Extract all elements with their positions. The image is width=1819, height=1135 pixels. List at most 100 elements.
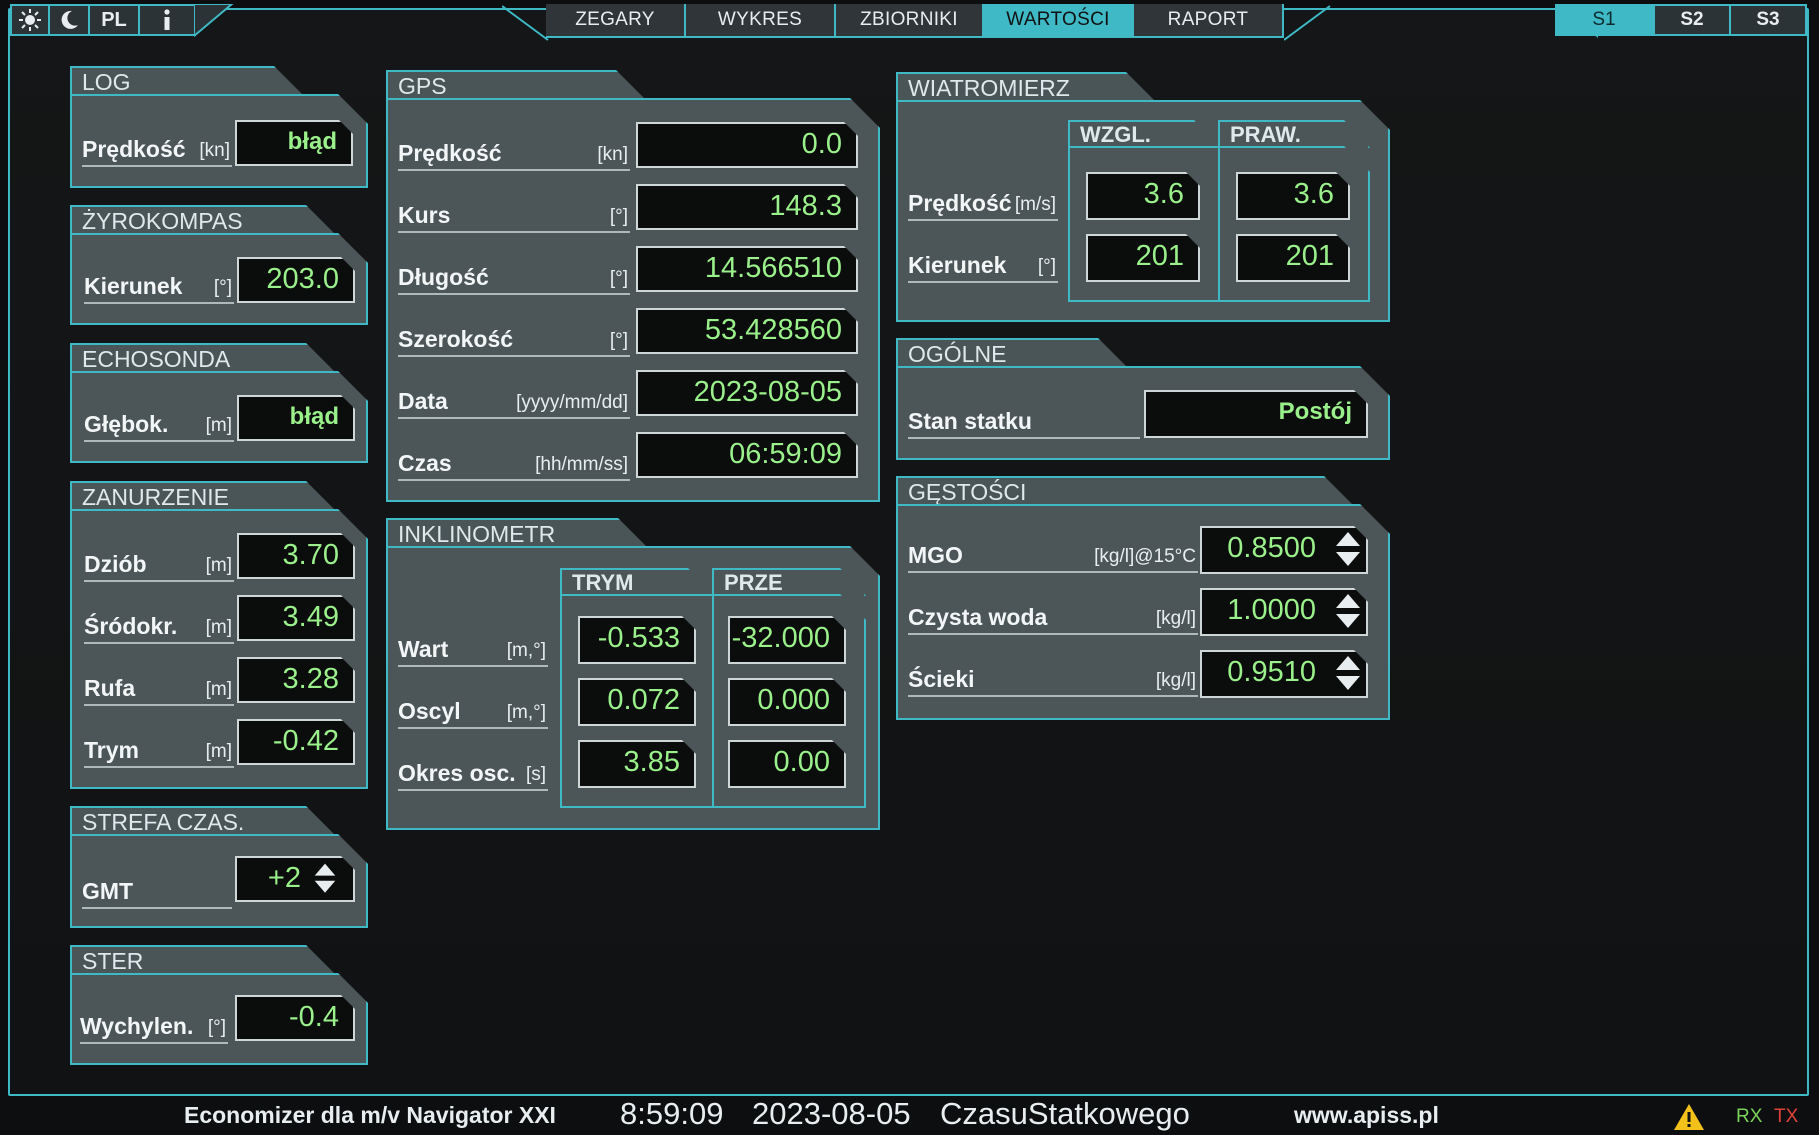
density-mgo-stepper-icon[interactable] bbox=[1334, 530, 1362, 570]
density-title: GĘSTOŚCI bbox=[896, 476, 1354, 506]
incl-period-label: Okres osc. [s] bbox=[398, 760, 548, 791]
density-water-stepper-icon[interactable] bbox=[1334, 592, 1362, 632]
log-speed-label: Prędkość [kn] bbox=[82, 136, 232, 167]
gyro-heading-label: Kierunek [°] bbox=[84, 273, 234, 304]
gps-longitude-value: 14.566510 bbox=[636, 246, 858, 292]
gmt-label: GMT bbox=[82, 878, 232, 909]
gps-date-value: 2023-08-05 bbox=[636, 370, 858, 416]
rx-indicator: RX bbox=[1736, 1106, 1763, 1127]
gps-course-label: Kurs [°] bbox=[398, 202, 630, 233]
inclinometer-title: INKLINOMETR bbox=[386, 518, 648, 548]
incl-osc-label: Oscyl [m,°] bbox=[398, 698, 548, 729]
draft-trim-value: -0.42 bbox=[237, 719, 355, 765]
gyro-panel: ŻYROKOMPAS Kierunek [°] 203.0 bbox=[70, 205, 368, 325]
wind-speed-label: Prędkość [m/s] bbox=[908, 190, 1058, 221]
gps-time-value: 06:59:09 bbox=[636, 432, 858, 478]
moon-icon[interactable] bbox=[50, 4, 90, 36]
density-sewage-stepper-icon[interactable] bbox=[1334, 654, 1362, 694]
echo-panel: ECHOSONDA Głębok. [m] błąd bbox=[70, 343, 368, 463]
tab-wartosci[interactable]: WARTOŚCI bbox=[984, 4, 1134, 38]
top-toolbar: PL bbox=[10, 4, 234, 38]
incl-value-list: -32.000 bbox=[728, 616, 846, 664]
draft-title: ZANURZENIE bbox=[70, 481, 336, 511]
anemometer-panel: WIATROMIERZ WZGL. PRAW. Prędkość [m/s] 3.… bbox=[896, 72, 1390, 322]
incl-list-header: PRZE bbox=[712, 568, 866, 596]
gmt-value-text: +2 bbox=[267, 862, 301, 894]
wind-speed-true: 3.6 bbox=[1236, 172, 1350, 220]
draft-mid-value: 3.49 bbox=[237, 595, 355, 641]
sun-icon[interactable] bbox=[10, 4, 50, 36]
inclinometer-panel: INKLINOMETR TRYM PRZE Wart [m,°] -0.533 -… bbox=[386, 518, 880, 830]
density-panel: GĘSTOŚCI MGO [kg/l]@15°C 0.8500 Czysta wo… bbox=[896, 476, 1390, 720]
tabs-right-edge bbox=[1284, 5, 1331, 41]
gps-title: GPS bbox=[386, 70, 646, 100]
echo-depth-value: błąd bbox=[237, 395, 355, 441]
rudder-title: STER bbox=[70, 945, 336, 975]
draft-stern-value: 3.28 bbox=[237, 657, 355, 703]
timezone-panel: STREFA CZAS. GMT +2 bbox=[70, 806, 368, 928]
wind-direction-label: Kierunek [°] bbox=[908, 252, 1058, 283]
tx-indicator: TX bbox=[1774, 1106, 1799, 1127]
language-button[interactable]: PL bbox=[90, 4, 140, 36]
website-link[interactable]: www.apiss.pl bbox=[1294, 1102, 1439, 1129]
incl-period-trim: 3.85 bbox=[578, 740, 696, 788]
incl-value-trim: -0.533 bbox=[578, 616, 696, 664]
draft-bow-label: Dziób [m] bbox=[84, 551, 234, 582]
status-date: 2023-08-05 bbox=[752, 1096, 911, 1131]
wind-direction-true: 201 bbox=[1236, 234, 1350, 282]
gps-longitude-label: Długość [°] bbox=[398, 264, 630, 295]
gps-latitude-label: Szerokość [°] bbox=[398, 326, 630, 357]
tab-zegary[interactable]: ZEGARY bbox=[546, 4, 686, 38]
draft-stern-label: Rufa [m] bbox=[84, 675, 234, 706]
tab-wykres[interactable]: WYKRES bbox=[686, 4, 836, 38]
incl-value-label: Wart [m,°] bbox=[398, 636, 548, 667]
toolbar-corner bbox=[194, 4, 234, 38]
log-panel: LOG Prędkość [kn] błąd bbox=[70, 66, 368, 188]
rudder-angle-value: -0.4 bbox=[235, 995, 355, 1041]
gps-time-label: Czas [hh/mm/ss] bbox=[398, 450, 630, 481]
gps-speed-value: 0.0 bbox=[636, 122, 858, 168]
echo-title: ECHOSONDA bbox=[70, 343, 336, 373]
gmt-value[interactable]: +2 bbox=[235, 856, 355, 902]
gps-speed-label: Prędkość [kn] bbox=[398, 140, 630, 171]
tab-raport[interactable]: RAPORT bbox=[1134, 4, 1284, 38]
tab-s3[interactable]: S3 bbox=[1731, 4, 1807, 36]
rudder-angle-label: Wychylen. [°] bbox=[80, 1013, 228, 1044]
status-bar: Economizer dla m/v Navigator XXI 8:59:09… bbox=[8, 1096, 1811, 1135]
wind-direction-rel: 201 bbox=[1086, 234, 1200, 282]
status-time-mode: CzasuStatkowego bbox=[940, 1096, 1190, 1131]
incl-osc-list: 0.000 bbox=[728, 678, 846, 726]
main-tabs: ZEGARY WYKRES ZBIORNIKI WARTOŚCI RAPORT bbox=[546, 4, 1284, 40]
tab-s1[interactable]: S1 bbox=[1555, 4, 1655, 36]
gyro-title: ŻYROKOMPAS bbox=[70, 205, 336, 235]
gps-panel: GPS Prędkość [kn] 0.0 Kurs [°] 148.3 Długo… bbox=[386, 70, 880, 502]
density-water-value-text: 1.0000 bbox=[1227, 594, 1316, 626]
draft-trim-label: Trym [m] bbox=[84, 737, 234, 768]
draft-panel: ZANURZENIE Dziób [m] 3.70 Śródokr. [m] 3.4… bbox=[70, 481, 368, 789]
log-speed-value: błąd bbox=[235, 120, 353, 166]
incl-period-list: 0.00 bbox=[728, 740, 846, 788]
gmt-stepper-icon[interactable] bbox=[313, 861, 337, 897]
wind-rel-header: WZGL. bbox=[1068, 120, 1220, 148]
info-icon[interactable] bbox=[140, 4, 196, 36]
tab-zbiorniki[interactable]: ZBIORNIKI bbox=[836, 4, 984, 38]
tabs-left-edge bbox=[502, 5, 549, 41]
density-sewage-value-text: 0.9510 bbox=[1227, 656, 1316, 688]
anemometer-title: WIATROMIERZ bbox=[896, 72, 1156, 102]
draft-bow-value: 3.70 bbox=[237, 533, 355, 579]
general-panel: OGÓLNE Stan statku Postój bbox=[896, 338, 1390, 460]
gps-course-value: 148.3 bbox=[636, 184, 858, 230]
ship-status-value: Postój bbox=[1144, 390, 1368, 438]
wind-true-header: PRAW. bbox=[1218, 120, 1370, 148]
wind-speed-rel: 3.6 bbox=[1086, 172, 1200, 220]
incl-osc-trim: 0.072 bbox=[578, 678, 696, 726]
draft-mid-label: Śródokr. [m] bbox=[84, 613, 234, 644]
rudder-panel: STER Wychylen. [°] -0.4 bbox=[70, 945, 368, 1065]
gyro-heading-value: 203.0 bbox=[237, 257, 355, 303]
tab-s2[interactable]: S2 bbox=[1655, 4, 1731, 36]
screen-tabs: S1 S2 S3 bbox=[1555, 4, 1807, 38]
density-water-label: Czysta woda [kg/l] bbox=[908, 604, 1198, 635]
general-title: OGÓLNE bbox=[896, 338, 1128, 368]
warning-icon[interactable] bbox=[1672, 1102, 1706, 1132]
log-title: LOG bbox=[70, 66, 304, 96]
